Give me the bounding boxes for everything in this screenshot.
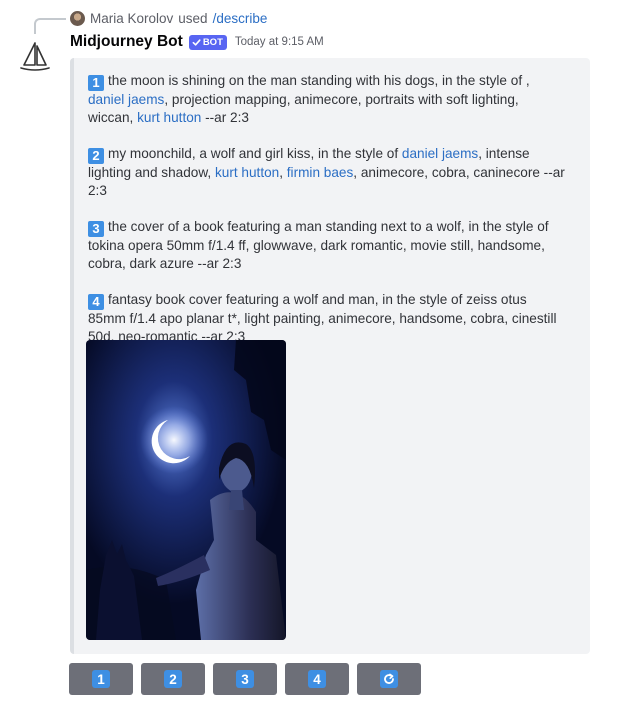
button-label: 1: [92, 670, 110, 688]
prompt-number-badge: 4: [88, 294, 104, 310]
prompt-number-badge: 2: [88, 148, 104, 164]
reply-used-text: used: [178, 11, 208, 26]
bot-tag-label: BOT: [202, 36, 223, 48]
author-name[interactable]: Midjourney Bot: [70, 33, 183, 51]
prompt-item: 1 the moon is shining on the man standing…: [88, 72, 566, 127]
prompt-number-badge: 3: [88, 221, 104, 237]
reply-command[interactable]: /describe: [213, 11, 268, 26]
artist-link[interactable]: firmin baes: [287, 165, 353, 180]
sailboat-icon: [20, 42, 50, 71]
generated-image[interactable]: [86, 340, 286, 640]
button-label: 4: [308, 670, 326, 688]
action-button-row: 1 2 3 4: [69, 663, 421, 695]
reply-connector-line: [34, 18, 66, 34]
reply-username[interactable]: Maria Korolov: [90, 11, 173, 26]
upscale-button-3[interactable]: 3: [213, 663, 277, 695]
prompt-text: fantasy book cover featuring a wolf and …: [88, 292, 557, 344]
verified-check-icon: [192, 38, 201, 46]
reroll-button[interactable]: [357, 663, 421, 695]
message-header: Midjourney Bot BOT Today at 9:15 AM: [70, 33, 324, 51]
prompt-number-badge: 1: [88, 75, 104, 91]
button-label: 3: [236, 670, 254, 688]
message-timestamp: Today at 9:15 AM: [234, 36, 324, 48]
prompt-text: --ar 2:3: [201, 110, 249, 125]
artist-link[interactable]: daniel jaems: [88, 92, 164, 107]
artist-link[interactable]: kurt hutton: [137, 110, 201, 125]
prompt-text: the cover of a book featuring a man stan…: [88, 219, 549, 271]
upscale-button-4[interactable]: 4: [285, 663, 349, 695]
prompt-item: 3 the cover of a book featuring a man sta…: [88, 218, 566, 273]
prompt-item: 4 fantasy book cover featuring a wolf and…: [88, 291, 566, 346]
upscale-button-1[interactable]: 1: [69, 663, 133, 695]
embed: 1 the moon is shining on the man standing…: [70, 58, 590, 654]
refresh-icon: [380, 670, 398, 688]
artist-link[interactable]: daniel jaems: [402, 146, 478, 161]
artist-link[interactable]: kurt hutton: [215, 165, 279, 180]
prompt-text: ,: [279, 165, 287, 180]
prompt-text: the moon is shining on the man standing …: [108, 73, 530, 88]
reply-user-avatar[interactable]: [70, 11, 85, 26]
prompt-item: 2 my moonchild, a wolf and girl kiss, in …: [88, 145, 566, 200]
prompt-text: my moonchild, a wolf and girl kiss, in t…: [108, 146, 402, 161]
prompt-list: 1 the moon is shining on the man standing…: [88, 72, 566, 364]
bot-tag: BOT: [188, 34, 227, 50]
upscale-button-2[interactable]: 2: [141, 663, 205, 695]
reply-reference[interactable]: Maria Korolov used /describe: [70, 11, 267, 26]
button-label: 2: [164, 670, 182, 688]
bot-avatar[interactable]: [15, 37, 55, 77]
